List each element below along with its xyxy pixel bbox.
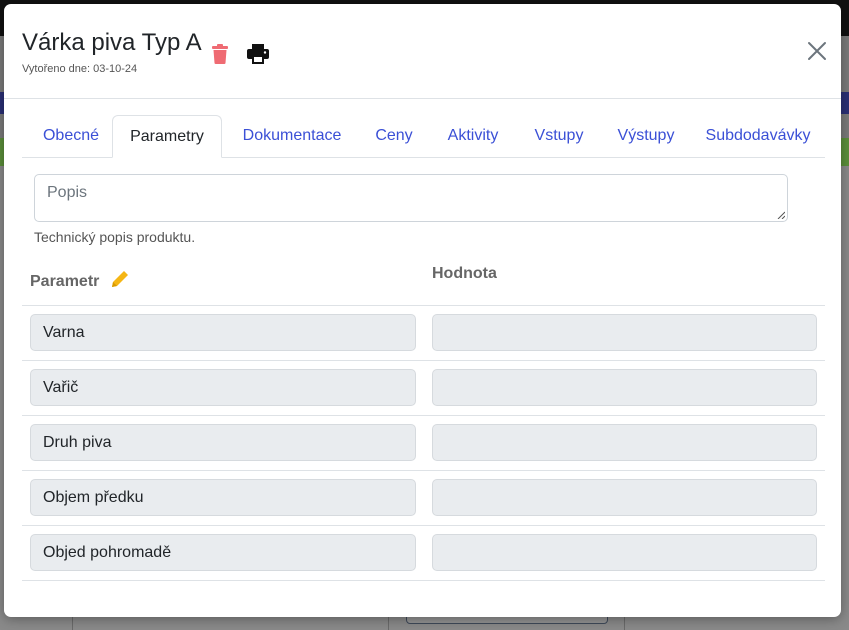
row-divider: [22, 470, 825, 471]
tab-obecne[interactable]: Obecné: [24, 115, 118, 157]
trash-icon[interactable]: [211, 44, 229, 64]
row-divider: [22, 415, 825, 416]
tab-dokumentace[interactable]: Dokumentace: [222, 115, 362, 157]
description-placeholder: Popis: [47, 184, 88, 201]
parameter-value-field[interactable]: [432, 369, 817, 406]
parameter-name-field[interactable]: Objem předku: [30, 479, 416, 516]
header-parametr: Parametr: [30, 273, 100, 290]
tab-subdodavky[interactable]: Subdodavávky: [694, 115, 822, 157]
tab-aktivity[interactable]: Aktivity: [426, 115, 520, 157]
print-icon[interactable]: [247, 44, 269, 64]
product-modal: Várka piva Typ A Vytořeno dne: 03-10-24: [4, 4, 841, 617]
modal-header: Várka piva Typ A Vytořeno dne: 03-10-24: [4, 4, 841, 99]
parameter-name-field[interactable]: Objed pohromadě: [30, 534, 416, 571]
tab-parametry[interactable]: Parametry: [112, 115, 222, 158]
row-divider: [22, 525, 825, 526]
row-divider: [22, 305, 825, 306]
header-hodnota: Hodnota: [432, 265, 497, 282]
parameter-name-field[interactable]: Vařič: [30, 369, 416, 406]
parameter-name-field[interactable]: Varna: [30, 314, 416, 351]
description-textarea[interactable]: Popis: [34, 174, 788, 222]
row-divider: [22, 580, 825, 581]
parameter-value-field[interactable]: [432, 314, 817, 351]
resize-grip-icon[interactable]: [777, 211, 785, 219]
parameter-value-field[interactable]: [432, 479, 817, 516]
parameter-value-field[interactable]: [432, 424, 817, 461]
description-help-text: Technický popis produktu.: [34, 229, 196, 245]
tab-bar: Obecné Parametry Dokumentace Ceny Aktivi…: [22, 115, 825, 158]
tab-vystupy[interactable]: Výstupy: [598, 115, 694, 157]
row-divider: [22, 360, 825, 361]
parameter-name-field[interactable]: Druh piva: [30, 424, 416, 461]
pencil-icon[interactable]: [108, 267, 132, 291]
tab-vstupy[interactable]: Vstupy: [520, 115, 598, 157]
parameter-value-field[interactable]: [432, 534, 817, 571]
tab-ceny[interactable]: Ceny: [362, 115, 426, 157]
created-date: Vytořeno dne: 03-10-24: [22, 63, 138, 75]
close-icon[interactable]: [806, 40, 828, 62]
modal-title: Várka piva Typ A: [22, 29, 202, 56]
